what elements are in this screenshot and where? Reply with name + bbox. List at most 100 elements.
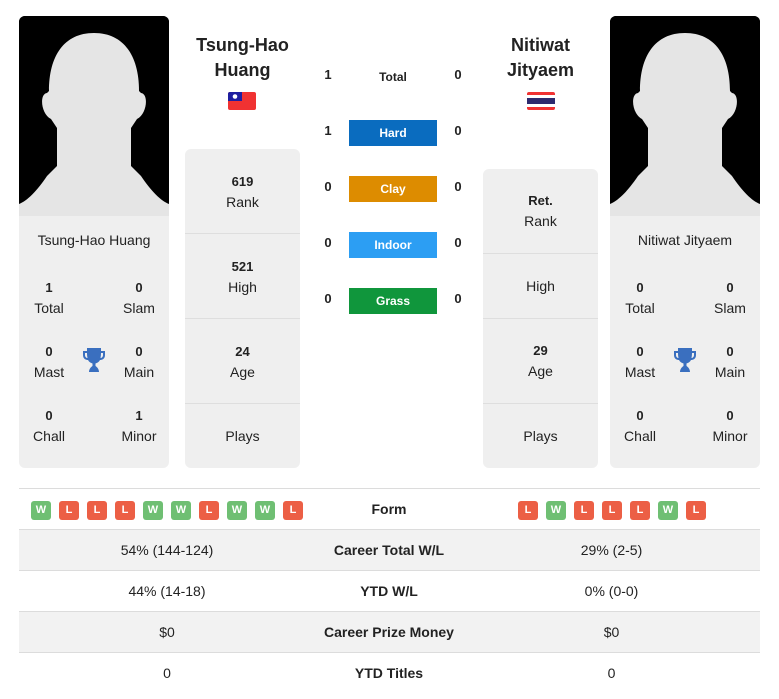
form-win-badge[interactable]: W bbox=[658, 501, 678, 520]
value: 0 bbox=[726, 408, 734, 423]
player2-full-name: Nitiwat Jityaem bbox=[637, 232, 733, 248]
player2-slam-titles: 0 Slam bbox=[700, 278, 760, 318]
row-label: Form bbox=[371, 501, 407, 517]
form-loss-badge[interactable]: L bbox=[574, 501, 594, 520]
player1-plays: Plays bbox=[185, 404, 300, 468]
value: 521 bbox=[231, 259, 254, 274]
h2h-indoor-p2: 0 bbox=[454, 235, 462, 250]
player2-mast-titles: 0 Mast bbox=[610, 342, 670, 382]
table-row-prize-money: $0 Career Prize Money $0 bbox=[19, 611, 760, 652]
player2-value: $0 bbox=[603, 624, 620, 640]
label: Age bbox=[230, 364, 255, 380]
player1-value: 0 bbox=[163, 665, 171, 681]
player2-main-titles: 0 Main bbox=[700, 342, 760, 382]
player1-stats-card: 619 Rank 521 High 24 Age Plays bbox=[185, 149, 300, 468]
silhouette-icon bbox=[19, 16, 169, 216]
player1-minor-titles: 1 Minor bbox=[109, 406, 169, 446]
value: 0 bbox=[45, 344, 53, 359]
player1-name-heading[interactable]: Tsung-Hao Huang bbox=[185, 33, 300, 83]
player1-card: Tsung-Hao Huang 1 Total 0 Slam 0 Mast 0 … bbox=[19, 16, 169, 468]
value: 0 bbox=[135, 344, 143, 359]
table-row-ytd-wl: 44% (14-18) YTD W/L 0% (0-0) bbox=[19, 570, 760, 611]
player1-high: 521 High bbox=[185, 234, 300, 319]
player2-form: LWLLLWL bbox=[518, 501, 706, 520]
player1-main-titles: 0 Main bbox=[109, 342, 169, 382]
h2h-clay-p2: 0 bbox=[454, 179, 462, 194]
player2-age: 29 Age bbox=[483, 319, 598, 404]
label: Age bbox=[528, 363, 553, 379]
player1-total-titles: 1 Total bbox=[19, 278, 79, 318]
player2-minor-titles: 0 Minor bbox=[700, 406, 760, 446]
form-loss-badge[interactable]: L bbox=[115, 501, 135, 520]
label: Chall bbox=[33, 428, 65, 444]
value: 0 bbox=[636, 280, 644, 295]
value: 0 bbox=[636, 408, 644, 423]
value: 24 bbox=[235, 344, 250, 359]
table-row-form: WLLLWWLWWL Form LWLLLWL bbox=[19, 488, 760, 529]
player1-chall-titles: 0 Chall bbox=[19, 406, 79, 446]
silhouette-icon bbox=[610, 16, 760, 216]
comparison-table: WLLLWWLWWL Form LWLLLWL 54% (144-124) Ca… bbox=[19, 488, 760, 693]
label: Main bbox=[123, 364, 155, 380]
player2-total-titles: 0 Total bbox=[610, 278, 670, 318]
form-win-badge[interactable]: W bbox=[255, 501, 275, 520]
form-loss-badge[interactable]: L bbox=[630, 501, 650, 520]
form-win-badge[interactable]: W bbox=[171, 501, 191, 520]
label: Slam bbox=[714, 300, 746, 316]
label: Mast bbox=[624, 364, 656, 380]
form-loss-badge[interactable]: L bbox=[59, 501, 79, 520]
h2h-total-p2: 0 bbox=[454, 67, 462, 82]
value: 1 bbox=[135, 408, 143, 423]
label: Plays bbox=[523, 428, 558, 444]
player2-stats-card: Ret. Rank High 29 Age Plays bbox=[483, 169, 598, 468]
form-loss-badge[interactable]: L bbox=[283, 501, 303, 520]
form-loss-badge[interactable]: L bbox=[686, 501, 706, 520]
player2-name-heading[interactable]: Nitiwat Jityaem bbox=[483, 33, 598, 83]
value: 619 bbox=[231, 174, 254, 189]
label: Main bbox=[714, 364, 746, 380]
label: Slam bbox=[123, 300, 155, 316]
value: 1 bbox=[45, 280, 53, 295]
name-line-2: Huang bbox=[214, 60, 271, 80]
trophy-icon bbox=[674, 348, 696, 372]
value: Ret. bbox=[528, 193, 553, 208]
form-loss-badge[interactable]: L bbox=[199, 501, 219, 520]
value: 0 bbox=[726, 280, 734, 295]
value: 0 bbox=[45, 408, 53, 423]
player2-value: 0 bbox=[607, 665, 616, 681]
label: High bbox=[228, 279, 257, 295]
h2h-clay-badge[interactable]: Clay bbox=[349, 176, 437, 202]
value: 0 bbox=[135, 280, 143, 295]
h2h-indoor-badge[interactable]: Indoor bbox=[349, 232, 437, 258]
label: Minor bbox=[121, 428, 157, 444]
name-line-1: Tsung-Hao bbox=[196, 35, 289, 55]
value: 0 bbox=[726, 344, 734, 359]
label: Total bbox=[34, 300, 64, 316]
player1-rank: 619 Rank bbox=[185, 149, 300, 234]
player2-chall-titles: 0 Chall bbox=[610, 406, 670, 446]
player1-age: 24 Age bbox=[185, 319, 300, 404]
h2h-hard-badge[interactable]: Hard bbox=[349, 120, 437, 146]
h2h-grass-badge[interactable]: Grass bbox=[349, 288, 437, 314]
form-win-badge[interactable]: W bbox=[546, 501, 566, 520]
trophy-icon bbox=[83, 348, 105, 372]
player2-value: 0% (0-0) bbox=[584, 583, 639, 599]
label: Rank bbox=[524, 213, 557, 229]
row-label: Career Prize Money bbox=[324, 624, 454, 640]
player1-value: 54% (144-124) bbox=[120, 542, 214, 558]
h2h-clay-p1: 0 bbox=[324, 179, 332, 194]
form-loss-badge[interactable]: L bbox=[602, 501, 622, 520]
h2h-hard-p1: 1 bbox=[324, 123, 332, 138]
form-loss-badge[interactable]: L bbox=[518, 501, 538, 520]
form-win-badge[interactable]: W bbox=[31, 501, 51, 520]
player2-card: Nitiwat Jityaem 0 Total 0 Slam 0 Mast 0 … bbox=[610, 16, 760, 468]
h2h-total-label: Total bbox=[379, 70, 407, 84]
player2-value: 29% (2-5) bbox=[580, 542, 643, 558]
form-win-badge[interactable]: W bbox=[143, 501, 163, 520]
player2-rank: Ret. Rank bbox=[483, 169, 598, 254]
form-win-badge[interactable]: W bbox=[227, 501, 247, 520]
row-label: YTD Titles bbox=[354, 665, 424, 681]
taiwan-flag-icon bbox=[228, 92, 256, 110]
player1-slam-titles: 0 Slam bbox=[109, 278, 169, 318]
form-loss-badge[interactable]: L bbox=[87, 501, 107, 520]
